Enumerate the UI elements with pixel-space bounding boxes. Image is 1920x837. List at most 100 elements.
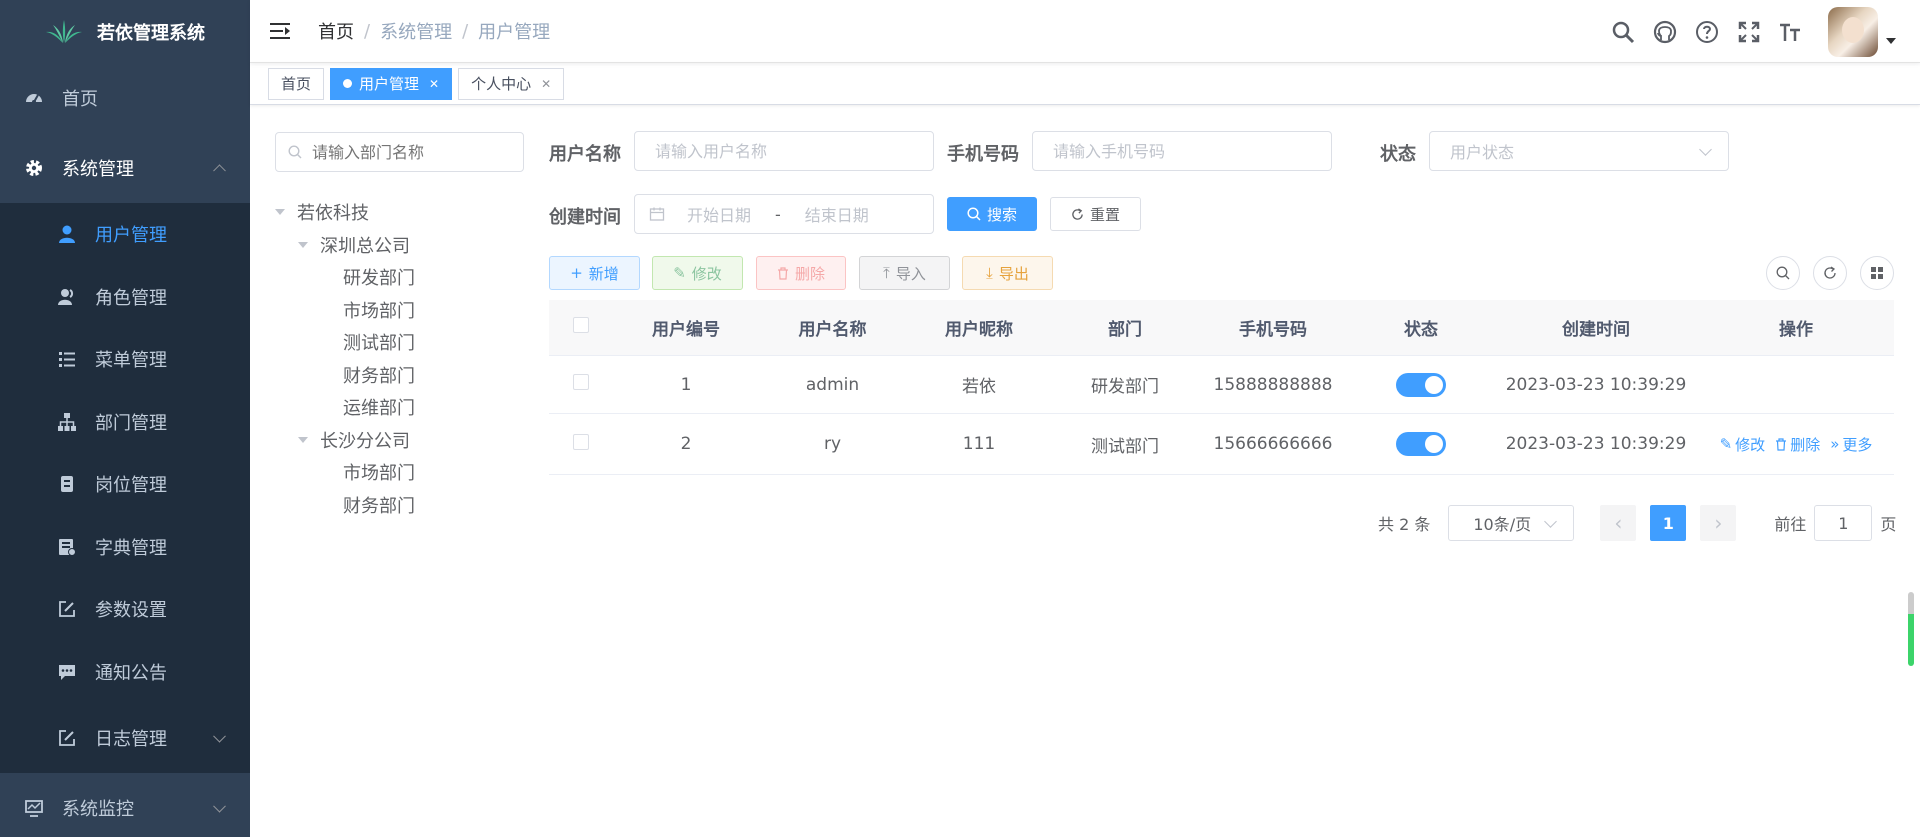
phone-label: 手机号码 [947, 144, 1019, 165]
refresh-button[interactable] [1813, 256, 1847, 290]
github-icon[interactable] [1652, 19, 1678, 45]
sidebar-item-label: 通知公告 [95, 662, 167, 684]
peoples-icon [57, 287, 77, 307]
search-icon[interactable] [1610, 19, 1636, 45]
start-date[interactable]: 开始日期 [687, 202, 751, 226]
goto-page-input[interactable]: 1 [1814, 505, 1873, 541]
row-edit-button[interactable]: ✎ 修改 [1720, 434, 1766, 455]
status-switch[interactable] [1396, 372, 1446, 397]
delete-button[interactable]: 删除 [756, 256, 846, 290]
close-icon[interactable]: ✕ [541, 77, 551, 91]
tree-node[interactable]: 市场部门 [275, 294, 415, 327]
edit-button[interactable]: ✎ 修改 [652, 256, 743, 290]
caret-down-icon[interactable] [298, 241, 308, 248]
sidebar-item-user[interactable]: 用户管理 [0, 203, 250, 266]
status-label: 状态 [1380, 144, 1416, 165]
date-range-picker[interactable]: 开始日期 - 结束日期 [634, 194, 934, 234]
breadcrumb-item-system[interactable]: 系统管理 [380, 18, 452, 44]
sidebar-item-menu[interactable]: 菜单管理 [0, 328, 250, 391]
end-date[interactable]: 结束日期 [805, 202, 869, 226]
tree-node[interactable]: 深圳总公司 [275, 229, 415, 262]
sidebar-item-dept[interactable]: 部门管理 [0, 390, 250, 453]
user-nickname: 若依 [962, 377, 996, 397]
columns-button[interactable] [1860, 256, 1894, 290]
search-button[interactable]: 搜索 [947, 197, 1037, 231]
tree-node[interactable]: 测试部门 [275, 326, 415, 359]
page-size-select[interactable]: 10条/页 [1448, 505, 1575, 541]
export-button[interactable]: ⤓ 导出 [962, 256, 1053, 290]
column-header[interactable]: 部门 [1052, 315, 1198, 340]
prev-page-button[interactable]: ‹ [1600, 505, 1637, 541]
select-all-checkbox[interactable] [573, 317, 589, 333]
sidebar-item-home[interactable]: 首页 [0, 63, 250, 133]
add-button-label: 新增 [588, 264, 619, 283]
row-more-label: 更多 [1842, 435, 1873, 454]
sidebar-item-system[interactable]: 系统管理 [0, 133, 250, 203]
tag-home[interactable]: 首页 [268, 67, 325, 100]
column-header[interactable]: 状态 [1348, 315, 1494, 340]
tree-node-label: 市场部门 [343, 300, 415, 322]
phone-input[interactable] [1053, 141, 1331, 161]
edit-button-label: 修改 [691, 264, 722, 283]
logo[interactable]: 若依管理系统 [0, 0, 250, 63]
username-input[interactable] [655, 141, 933, 161]
edit-icon: ✎ [673, 264, 686, 282]
caret-down-icon[interactable] [1886, 37, 1896, 44]
sidebar-item-dict[interactable]: 字典管理 [0, 515, 250, 578]
close-icon[interactable]: ✕ [429, 77, 439, 91]
caret-down-icon[interactable] [298, 436, 308, 443]
add-button[interactable]: + 新增 [549, 256, 640, 290]
hamburger-icon[interactable] [270, 22, 292, 40]
goto-prefix: 前往 [1774, 515, 1807, 534]
table-row[interactable]: 1 admin 若依 研发部门 15888888888 2023-03-23 1… [549, 356, 1894, 414]
sidebar-item-monitor[interactable]: 系统监控 [0, 773, 250, 837]
status-switch[interactable] [1396, 432, 1446, 456]
sidebar-item-role[interactable]: 角色管理 [0, 265, 250, 328]
scrollbar-thumb[interactable] [1908, 592, 1914, 666]
grid-icon [1871, 267, 1883, 279]
tree-node[interactable]: 市场部门 [275, 456, 415, 489]
reset-button[interactable]: 重置 [1050, 197, 1141, 231]
breadcrumb-separator: / [364, 20, 371, 42]
tag-profile[interactable]: 个人中心 ✕ [458, 67, 565, 100]
column-header[interactable]: 用户昵称 [906, 315, 1052, 340]
tree-node[interactable]: 若依科技 [275, 196, 415, 229]
column-header[interactable]: 用户名称 [759, 315, 906, 340]
sidebar-item-post[interactable]: 岗位管理 [0, 453, 250, 516]
sidebar-item-config[interactable]: 参数设置 [0, 578, 250, 641]
tree-table-icon [57, 349, 77, 369]
row-delete-button[interactable]: 删除 [1775, 434, 1820, 455]
toggle-search-button[interactable] [1766, 256, 1800, 290]
edit-icon [57, 599, 77, 619]
breadcrumb-item-home[interactable]: 首页 [318, 18, 354, 44]
tree-node[interactable]: 财务部门 [275, 359, 415, 392]
phone-field [1032, 131, 1332, 171]
next-page-button[interactable]: › [1700, 505, 1737, 541]
import-button-label: 导入 [895, 264, 926, 283]
avatar[interactable] [1828, 6, 1878, 57]
caret-down-icon[interactable] [275, 209, 285, 216]
tag-user-management[interactable]: 用户管理 ✕ [330, 67, 453, 100]
dept-search-input[interactable] [312, 142, 512, 162]
user-created: 2023-03-23 10:39:29 [1505, 434, 1687, 454]
status-select[interactable]: 用户状态 [1429, 131, 1729, 171]
row-checkbox[interactable] [573, 374, 589, 390]
question-icon[interactable] [1694, 19, 1720, 45]
table-row[interactable]: 2 ry 111 测试部门 15666666666 2023-03-23 10:… [549, 414, 1894, 475]
sidebar-item-notice[interactable]: 通知公告 [0, 640, 250, 703]
tree-node[interactable]: 长沙分公司 [275, 424, 415, 457]
row-more-button[interactable]: » 更多 [1830, 434, 1872, 455]
import-button[interactable]: ⤒ 导入 [859, 256, 950, 290]
fullscreen-icon[interactable] [1736, 19, 1762, 45]
page-number[interactable]: 1 [1650, 505, 1687, 541]
tree-node[interactable]: 研发部门 [275, 261, 415, 294]
column-header[interactable]: 用户编号 [613, 315, 759, 340]
tree-node[interactable]: 运维部门 [275, 391, 415, 424]
sidebar-item-log[interactable]: 日志管理 [0, 703, 250, 773]
font-size-icon[interactable] [1778, 19, 1804, 45]
column-header[interactable]: 创建时间 [1494, 315, 1698, 340]
column-header[interactable]: 手机号码 [1198, 315, 1348, 340]
row-checkbox[interactable] [573, 433, 589, 450]
tree-node[interactable]: 财务部门 [275, 489, 415, 522]
user-dept: 测试部门 [1091, 436, 1159, 457]
